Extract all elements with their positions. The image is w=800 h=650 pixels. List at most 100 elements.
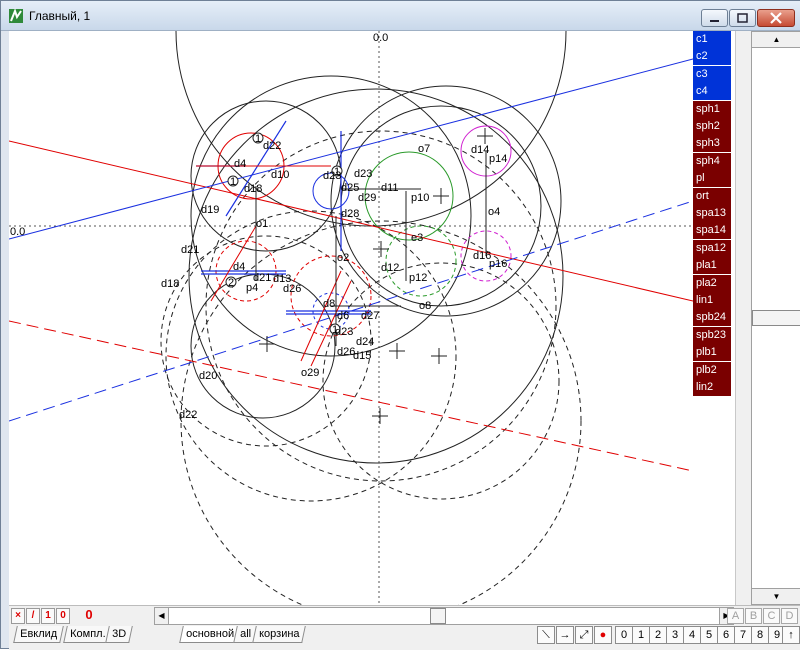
resize-tool-button[interactable]: ⤢	[575, 626, 593, 644]
c-button[interactable]: C	[763, 608, 780, 624]
horizontal-scrollbar[interactable]: ◀ ▶	[154, 607, 734, 625]
minimize-icon	[710, 20, 719, 22]
object-list-item[interactable]: spb23	[693, 326, 731, 344]
red-dashed-line	[9, 320, 693, 472]
object-list-item[interactable]: plb2	[693, 361, 731, 379]
object-list-item[interactable]: ort	[693, 187, 731, 205]
b-button[interactable]: B	[745, 608, 762, 624]
object-label: o7	[418, 143, 430, 155]
scroll-thumb[interactable]	[752, 310, 800, 326]
minimize-button[interactable]	[701, 9, 728, 27]
object-label: d28	[341, 208, 359, 220]
object-list-item[interactable]: spa12	[693, 239, 731, 257]
point-marker-label: 1	[255, 133, 261, 145]
object-label: d11	[381, 182, 399, 194]
object-label: d14	[471, 144, 489, 156]
object-label: d19	[201, 204, 219, 216]
axis-label-top: 0.0	[373, 32, 388, 44]
digit-1-button[interactable]: 1	[632, 626, 650, 644]
object-list-item[interactable]: lin1	[693, 292, 731, 309]
tab-main-layer[interactable]: основной	[179, 626, 241, 643]
d-button[interactable]: D	[781, 608, 798, 624]
object-list-item[interactable]: c4	[693, 83, 731, 101]
segment-tool-button[interactable]: ⟍	[537, 626, 555, 644]
scroll-left-icon[interactable]: ◀	[155, 608, 169, 624]
object-label: d8	[323, 298, 335, 310]
scroll-thumb-horizontal[interactable]	[430, 608, 446, 624]
object-list-item[interactable]: spa13	[693, 205, 731, 222]
window-title: Главный, 1	[29, 9, 91, 23]
tab-label: Компл.	[70, 628, 106, 640]
a-button[interactable]: A	[727, 608, 744, 624]
drawing-canvas[interactable]: 0.0 0.0 1 1 1 2 1 d22 d4 d18 d10 d19 o1 …	[9, 31, 693, 605]
record-button[interactable]: ●	[594, 626, 612, 644]
digit-5-button[interactable]: 5	[700, 626, 718, 644]
digit-7-button[interactable]: 7	[734, 626, 752, 644]
object-list-item[interactable]: c2	[693, 48, 731, 66]
vertical-scrollbar[interactable]: ▲ ▼	[735, 31, 800, 605]
geometry-drawing[interactable]: 0.0 0.0 1 1 1 2 1 d22 d4 d18 d10 d19 o1 …	[9, 31, 693, 605]
digit-3-button[interactable]: 3	[666, 626, 684, 644]
object-label: d27	[361, 310, 379, 322]
object-label: o1	[256, 218, 268, 230]
object-label: p14	[489, 153, 507, 165]
tab-trash[interactable]: корзина	[252, 626, 307, 643]
tab-label: Евклид	[20, 628, 58, 640]
scroll-track[interactable]: ▲ ▼	[751, 31, 800, 605]
object-label: o8	[419, 300, 431, 312]
object-list-item[interactable]: lin2	[693, 379, 731, 396]
object-list-item[interactable]: spb24	[693, 309, 731, 327]
object-label: d23	[335, 326, 353, 338]
object-label: d18	[161, 278, 179, 290]
object-list-item[interactable]: sph3	[693, 135, 731, 153]
object-label: d23	[323, 170, 341, 182]
digit-2-button[interactable]: 2	[649, 626, 667, 644]
scroll-up-icon[interactable]: ▲	[752, 32, 800, 48]
object-label: d15	[353, 350, 371, 362]
object-label: d24	[356, 336, 374, 348]
object-label: d21	[253, 272, 271, 284]
title-bar[interactable]: Главный, 1	[1, 1, 800, 31]
object-list[interactable]: c1 c2 c3 c4 sph1 sph2 sph3 sph4 pl ort spa13 spa14 s…	[693, 31, 735, 605]
object-label: o4	[488, 206, 500, 218]
counter-0-button[interactable]: 0	[56, 608, 70, 624]
scroll-down-icon[interactable]: ▼	[752, 588, 800, 604]
arrow-tool-button[interactable]: →	[556, 626, 574, 644]
digit-0-button[interactable]: 0	[615, 626, 633, 644]
object-list-item[interactable]: c3	[693, 65, 731, 83]
object-list-item[interactable]: c1	[693, 31, 731, 48]
point-marker-label: 1	[230, 176, 236, 188]
status-toolbar: × / 1 0 0 ◀ ▶ A B C D	[9, 605, 800, 625]
digit-4-button[interactable]: 4	[683, 626, 701, 644]
tab-euclid[interactable]: Евклид	[13, 626, 64, 643]
object-list-item[interactable]: sph1	[693, 100, 731, 118]
object-label: d6	[337, 310, 349, 322]
object-label: d25	[341, 182, 359, 194]
line-tool-button[interactable]: /	[26, 608, 40, 624]
close-button[interactable]	[757, 9, 795, 27]
object-list-item[interactable]: spa14	[693, 222, 731, 240]
object-label: d21	[181, 244, 199, 256]
object-list-item[interactable]: pl	[693, 170, 731, 188]
clear-button[interactable]: ×	[11, 608, 25, 624]
close-icon	[770, 12, 782, 24]
digit-6-button[interactable]: 6	[717, 626, 735, 644]
maximize-button[interactable]	[729, 9, 756, 27]
object-label: d4	[233, 261, 245, 273]
object-label: d10	[271, 169, 289, 181]
object-label: d4	[234, 158, 246, 170]
object-list-item[interactable]: pla2	[693, 274, 731, 292]
object-label: o2	[337, 252, 349, 264]
counter-1-button[interactable]: 1	[41, 608, 55, 624]
tab-3d[interactable]: 3D	[105, 626, 133, 643]
object-label: d20	[199, 370, 217, 382]
object-list-item[interactable]: sph2	[693, 118, 731, 135]
up-arrow-button[interactable]: ↑	[782, 626, 800, 644]
object-label: o29	[301, 367, 319, 379]
object-list-item[interactable]: sph4	[693, 152, 731, 170]
object-list-item[interactable]: plb1	[693, 344, 731, 362]
object-list-item[interactable]: pla1	[693, 257, 731, 275]
object-label: p12	[409, 272, 427, 284]
object-label: d22	[179, 409, 197, 421]
digit-8-button[interactable]: 8	[751, 626, 769, 644]
